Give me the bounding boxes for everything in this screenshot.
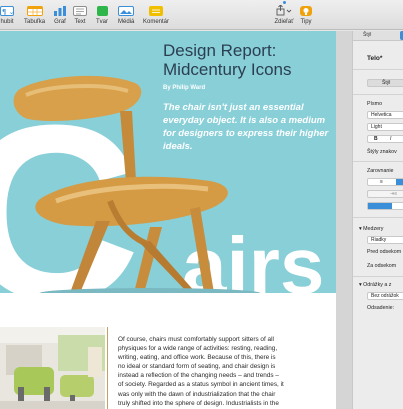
character-styles-label[interactable]: Štýly znakov — [367, 149, 397, 155]
font-weight-value: Light — [371, 124, 382, 130]
body-line: of society. Regarded as a status symbol … — [118, 381, 284, 389]
body-line: no ideal or standard form of seating, an… — [118, 363, 276, 371]
media-button[interactable]: Médiá — [118, 6, 134, 25]
align-left-icon[interactable]: ≡ — [380, 179, 383, 186]
body-text[interactable]: Of course, chairs must comfortably suppo… — [118, 335, 332, 408]
body-line: was only with the dawn of industrializat… — [118, 390, 276, 398]
font-family-select[interactable]: Helvetica — [367, 111, 403, 119]
indent-buttons: ⇥≡ — [367, 190, 403, 198]
indent-label: Odsadenie: — [367, 305, 395, 311]
body-line: writing, eating, and office work. Becaus… — [118, 354, 276, 362]
inspector-tabs: Štýl — [353, 31, 403, 41]
bullets-value: Bez odrážok — [371, 293, 399, 299]
chart-icon — [52, 6, 68, 16]
view-button-label: hubit — [0, 19, 14, 25]
bullets-label: Odrážky a z — [363, 282, 392, 288]
document-heading[interactable]: Design Report: Midcentury Icons By Phili… — [163, 41, 333, 91]
document-canvas[interactable]: C airs Design Report: Midcentury Icons B… — [0, 31, 352, 409]
format-inspector: Štýl Telo* Štýl Písmo Helvetica Light B … — [352, 31, 403, 409]
separator — [353, 217, 403, 218]
text-box-icon — [73, 6, 87, 16]
pull-quote[interactable]: The chair isn't just an essential everyd… — [163, 101, 335, 153]
comment-button-label: Komentár — [143, 19, 170, 25]
font-family-value: Helvetica — [371, 112, 392, 118]
shape-button[interactable]: Tvar — [96, 6, 108, 25]
canvas-margin — [336, 31, 352, 409]
share-icon — [274, 5, 294, 16]
alignment-section-label: Zarovnanie — [367, 168, 394, 174]
tips-button-label: Tipy — [300, 19, 312, 25]
separator — [353, 276, 403, 277]
share-button[interactable]: Zdieľať — [274, 5, 294, 25]
tab-style[interactable]: Štýl — [363, 32, 371, 38]
table-view-icon: ¶ ⌄ — [0, 6, 14, 16]
table-button[interactable]: Tabuľka — [24, 6, 45, 25]
paragraph-style-name[interactable]: Telo* — [367, 55, 382, 62]
body-line: physiques for a wide range of activities… — [118, 345, 278, 353]
chart-button-label: Graf — [54, 19, 66, 25]
chart-button[interactable]: Graf — [52, 6, 68, 25]
shape-icon — [96, 6, 108, 16]
document-title-line1: Design Report: — [163, 41, 277, 60]
comment-button[interactable]: Komentár — [143, 6, 169, 25]
align-top-button[interactable] — [368, 203, 392, 209]
line-spacing-select[interactable]: Riadky — [367, 236, 403, 244]
document-title-line2: Midcentury Icons — [163, 60, 292, 79]
bullets-section-label[interactable]: ▾ Odrážky a z — [359, 282, 391, 288]
align-center-button[interactable] — [396, 179, 403, 185]
before-paragraph-label: Pred odsekom — [367, 249, 402, 255]
table-button-label: Tabuľka — [24, 19, 46, 25]
style-button-label: Štýl — [382, 80, 391, 86]
body-line: instead a reflection of the changing nee… — [118, 372, 279, 380]
share-button-label: Zdieľať — [274, 19, 294, 25]
separator — [353, 69, 403, 70]
media-icon — [118, 6, 135, 16]
tips-icon — [300, 6, 312, 16]
room-photo[interactable] — [0, 327, 105, 409]
pages-window: ¶ ⌄ hubit Tabuľka Graf Text Tvar Médiá K… — [0, 0, 403, 409]
line-spacing-value: Riadky — [371, 237, 387, 243]
bold-button[interactable]: B — [374, 136, 378, 143]
byline: By Philip Ward — [163, 85, 206, 91]
italic-button[interactable]: I — [390, 136, 391, 143]
window-indicator-dot — [283, 1, 286, 4]
text-button-label: Text — [74, 19, 86, 25]
vertical-alignment-buttons — [367, 202, 403, 210]
alignment-buttons: ≡ — [367, 178, 403, 186]
shape-button-label: Tvar — [96, 19, 108, 25]
svg-text:¶ ⌄: ¶ ⌄ — [2, 8, 13, 15]
table-icon — [26, 6, 43, 16]
after-paragraph-label: Za odsekom — [367, 263, 397, 269]
spacing-label: Medzery — [363, 226, 384, 232]
font-weight-select[interactable]: Light — [367, 123, 403, 131]
separator — [353, 94, 403, 95]
column-divider — [107, 327, 108, 409]
text-button[interactable]: Text — [73, 6, 87, 25]
style-button[interactable]: Štýl — [367, 79, 403, 87]
separator — [353, 161, 403, 162]
comment-icon — [149, 6, 163, 16]
indent-icon[interactable]: ⇥≡ — [390, 191, 397, 198]
body-line: truly shifted into the sphere of design.… — [118, 399, 279, 407]
toolbar: ¶ ⌄ hubit Tabuľka Graf Text Tvar Médiá K… — [0, 0, 403, 30]
spacing-section-label[interactable]: ▾ Medzery — [359, 226, 383, 232]
bullets-select[interactable]: Bez odrážok — [367, 292, 403, 300]
body-line: Of course, chairs must comfortably suppo… — [118, 336, 274, 343]
font-section-label: Písmo — [367, 101, 383, 107]
media-button-label: Médiá — [118, 19, 135, 25]
view-button[interactable]: ¶ ⌄ hubit — [0, 6, 14, 25]
hero-banner: C airs Design Report: Midcentury Icons B… — [0, 31, 336, 293]
text-style-buttons: B I — [367, 135, 403, 143]
tips-button[interactable]: Tipy — [300, 6, 312, 25]
